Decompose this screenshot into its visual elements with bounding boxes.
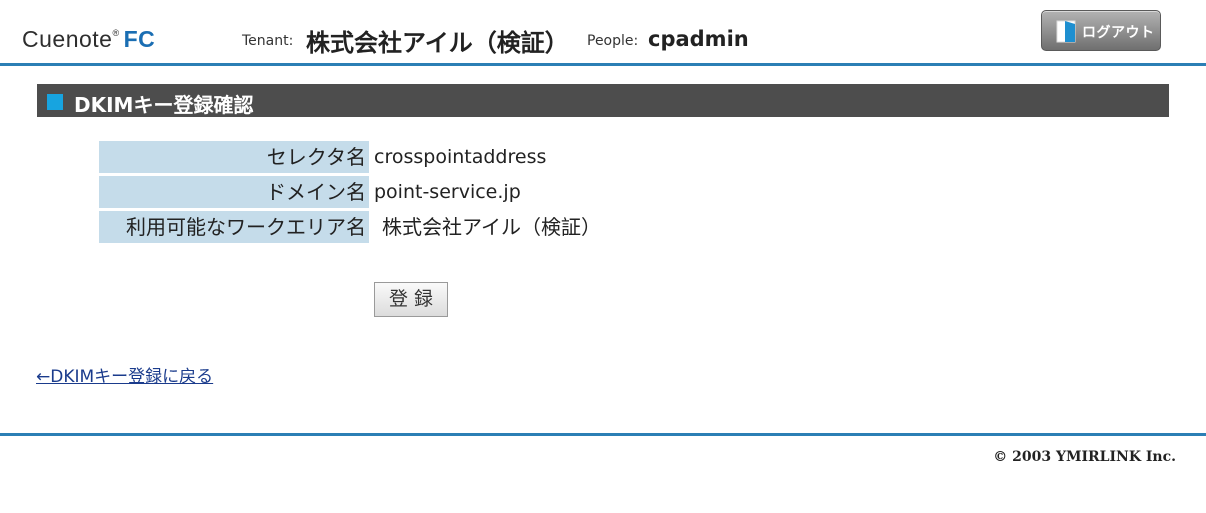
confirm-table: セレクタ名 crosspointaddress ドメイン名 point-serv… [99, 141, 601, 246]
copyright: © 2003 YMIRLINK Inc. [993, 449, 1176, 465]
workarea-label: 利用可能なワークエリア名 [99, 211, 369, 243]
domain-value: point-service.jp [374, 181, 521, 203]
logo-product: FC [123, 26, 156, 52]
app-logo: Cuenote® FC [22, 26, 155, 53]
tenant-label: Tenant: [242, 33, 294, 49]
logout-button[interactable]: ログアウト [1041, 10, 1161, 51]
tenant-name: 株式会社アイル（検証） [306, 29, 569, 57]
logout-label: ログアウト [1082, 25, 1155, 41]
table-row: ドメイン名 point-service.jp [99, 176, 601, 208]
door-icon [1056, 20, 1076, 43]
page-title: DKIMキー登録確認 [74, 93, 254, 117]
back-to-dkim-register-link[interactable]: ←DKIMキー登録に戻る [36, 362, 213, 387]
selector-value: crosspointaddress [374, 146, 547, 168]
table-row: セレクタ名 crosspointaddress [99, 141, 601, 173]
selector-label: セレクタ名 [99, 141, 369, 173]
table-row: 利用可能なワークエリア名 株式会社アイル（検証） [99, 211, 601, 243]
section-title-bar: DKIMキー登録確認 [37, 84, 1169, 117]
footer-divider [0, 433, 1206, 436]
logo-main: Cuenote [22, 26, 113, 52]
people-label: People: [587, 33, 639, 49]
title-square-icon [47, 94, 63, 110]
header: Cuenote® FC Tenant: 株式会社アイル（検証） People: c… [0, 0, 1206, 66]
people-name: cpadmin [648, 27, 749, 51]
register-button[interactable]: 登録 [374, 282, 448, 317]
logo-registered-mark: ® [112, 28, 120, 38]
workarea-value: 株式会社アイル（検証） [382, 215, 601, 239]
domain-label: ドメイン名 [99, 176, 369, 208]
